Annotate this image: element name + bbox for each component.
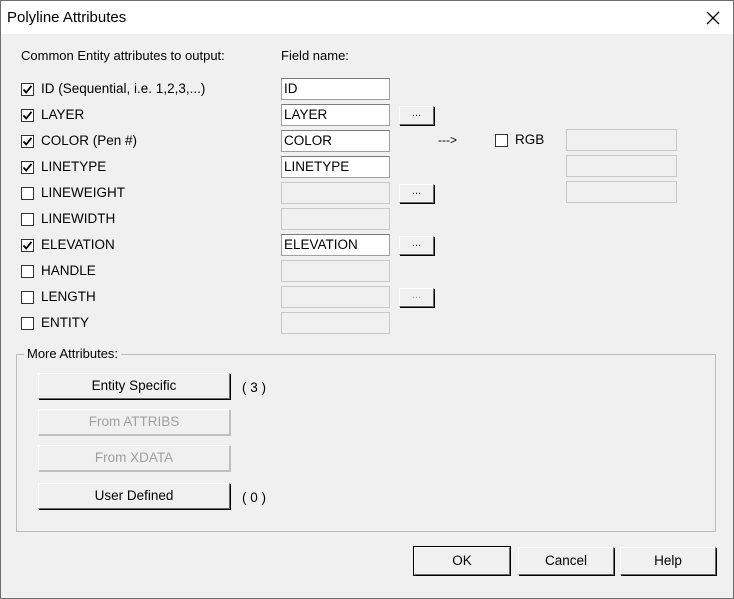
checkbox-linetype[interactable]: [21, 161, 34, 174]
browse-button-elevation[interactable]: ...: [399, 236, 434, 255]
field-length[interactable]: [281, 286, 390, 308]
checkmark-icon: [22, 241, 33, 250]
label-handle: HANDLE: [41, 263, 96, 278]
checkmark-icon: [22, 85, 33, 94]
common-attributes-header: Common Entity attributes to output:: [21, 48, 225, 63]
close-button[interactable]: [693, 1, 733, 34]
checkbox-length[interactable]: [21, 291, 34, 304]
label-color: COLOR (Pen #): [41, 133, 138, 148]
field-entity[interactable]: [281, 312, 390, 334]
entity-specific-count: ( 3 ): [242, 380, 267, 395]
checkbox-color[interactable]: [21, 135, 34, 148]
rgb-label: RGB: [515, 132, 545, 147]
checkmark-icon: [22, 163, 33, 172]
color-arrow: --->: [438, 133, 457, 147]
label-linewidth: LINEWIDTH: [41, 211, 116, 226]
label-entity: ENTITY: [41, 315, 90, 330]
help-button[interactable]: Help: [620, 547, 716, 575]
label-id: ID (Sequential, i.e. 1,2,3,...): [41, 81, 206, 96]
label-layer: LAYER: [41, 107, 85, 122]
title-bar: Polyline Attributes: [1, 1, 733, 34]
field-color[interactable]: COLOR: [281, 130, 390, 152]
rgb-field-r[interactable]: [566, 129, 677, 151]
checkmark-icon: [22, 111, 33, 120]
rgb-field-g[interactable]: [566, 155, 677, 177]
browse-button-layer[interactable]: ...: [399, 106, 434, 125]
window-title: Polyline Attributes: [7, 9, 127, 26]
field-elevation[interactable]: ELEVATION: [281, 234, 390, 256]
browse-button-length[interactable]: ...: [399, 288, 434, 307]
field-layer[interactable]: LAYER: [281, 104, 390, 126]
cancel-button[interactable]: Cancel: [518, 547, 614, 575]
label-length: LENGTH: [41, 289, 96, 304]
more-attributes-title: More Attributes:: [24, 346, 122, 361]
from-xdata-button[interactable]: From XDATA: [38, 445, 230, 471]
checkbox-id[interactable]: [21, 83, 34, 96]
checkbox-layer[interactable]: [21, 109, 34, 122]
entity-specific-button[interactable]: Entity Specific: [38, 373, 230, 399]
checkmark-icon: [22, 137, 33, 146]
rgb-checkbox[interactable]: [495, 134, 508, 147]
field-name-header: Field name:: [281, 48, 349, 63]
user-defined-count: ( 0 ): [242, 490, 267, 505]
close-icon: [706, 11, 720, 24]
field-linewidth[interactable]: [281, 208, 390, 230]
field-id[interactable]: ID: [281, 78, 390, 100]
checkbox-handle[interactable]: [21, 265, 34, 278]
checkbox-lineweight[interactable]: [21, 187, 34, 200]
from-attribs-button[interactable]: From ATTRIBS: [38, 409, 230, 435]
label-lineweight: LINEWEIGHT: [41, 185, 126, 200]
checkbox-elevation[interactable]: [21, 239, 34, 252]
field-linetype[interactable]: LINETYPE: [281, 156, 390, 178]
user-defined-button[interactable]: User Defined: [38, 483, 230, 509]
field-lineweight[interactable]: [281, 182, 390, 204]
checkbox-entity[interactable]: [21, 317, 34, 330]
field-handle[interactable]: [281, 260, 390, 282]
rgb-field-b[interactable]: [566, 181, 677, 203]
checkbox-linewidth[interactable]: [21, 213, 34, 226]
label-linetype: LINETYPE: [41, 159, 107, 174]
ok-button[interactable]: OK: [413, 546, 511, 576]
browse-button-lineweight[interactable]: ...: [399, 184, 434, 203]
label-elevation: ELEVATION: [41, 237, 115, 252]
